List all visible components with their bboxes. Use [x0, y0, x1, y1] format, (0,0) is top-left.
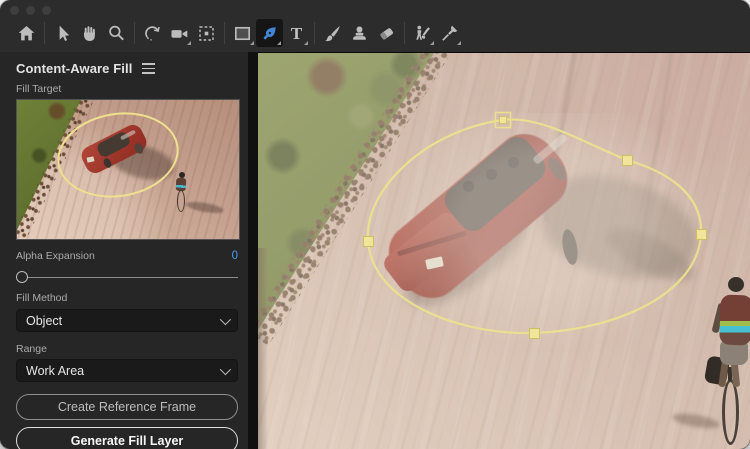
tool-flyout-indicator [457, 41, 461, 45]
magnifier-icon [109, 25, 124, 40]
panel-menu-icon[interactable] [142, 63, 156, 73]
alpha-expansion-value[interactable]: 0 [232, 250, 238, 262]
tool-flyout-indicator [187, 41, 191, 45]
slider-knob[interactable] [16, 271, 28, 283]
clone-stamp-tool-button[interactable] [346, 19, 373, 47]
generate-fill-layer-button[interactable]: Generate Fill Layer [16, 427, 238, 449]
toolbar-separator [224, 22, 225, 44]
toolbar-separator [314, 22, 315, 44]
fill-target-preview [16, 99, 240, 240]
toolbar-separator [44, 22, 45, 44]
eraser-icon [380, 27, 394, 39]
zoom-tool-button[interactable] [103, 19, 130, 47]
chevron-down-icon [219, 363, 232, 375]
type-tool-button[interactable]: T [283, 19, 310, 47]
composition-viewer[interactable] [258, 53, 750, 449]
brush-tool-button[interactable] [319, 19, 346, 47]
fill-method-value: Object [26, 313, 63, 328]
eraser-tool-button[interactable] [373, 19, 400, 47]
mask-vertex-handle[interactable] [529, 328, 540, 339]
fill-mask-overlay [363, 111, 707, 339]
panel-divider [248, 52, 258, 449]
window-controls [10, 6, 51, 15]
tool-flyout-indicator [304, 41, 308, 45]
clone-stamp-icon [353, 25, 366, 40]
selection-tool-button[interactable] [49, 19, 76, 47]
rectangle-tool-button[interactable] [229, 19, 256, 47]
fill-method-label: Fill Method [16, 292, 68, 304]
mask-vertex-handle[interactable] [622, 155, 633, 166]
create-reference-frame-button[interactable]: Create Reference Frame [16, 394, 238, 420]
pen-tool-button[interactable] [256, 19, 283, 47]
toolbar: T [0, 0, 750, 53]
brush-icon [325, 25, 340, 41]
toolbar-separator [134, 22, 135, 44]
roto-brush-tool-button[interactable] [409, 19, 436, 47]
hand-tool-button[interactable] [76, 19, 103, 47]
orbit-tool-button[interactable] [139, 19, 166, 47]
fill-method-dropdown[interactable]: Object [16, 309, 238, 332]
alpha-expansion-slider[interactable] [16, 270, 238, 285]
alpha-expansion-label: Alpha Expansion [16, 250, 95, 262]
type-tool-icon: T [290, 23, 303, 43]
pan-behind-icon [199, 25, 214, 41]
tool-flyout-indicator [430, 41, 434, 45]
range-label: Range [16, 343, 47, 355]
chevron-down-icon [219, 313, 232, 325]
mask-path[interactable] [366, 118, 703, 335]
zoom-window-button[interactable] [42, 6, 51, 15]
orbit-rotate-icon [145, 25, 160, 41]
tool-strip: T [13, 17, 463, 49]
thumb-mask-outline [57, 112, 179, 198]
pan-behind-tool-button[interactable] [193, 19, 220, 47]
close-window-button[interactable] [10, 6, 19, 15]
camera-tool-button[interactable] [166, 19, 193, 47]
tool-flyout-indicator [250, 41, 254, 45]
range-dropdown[interactable]: Work Area [16, 359, 238, 382]
tool-flyout-indicator [277, 41, 281, 45]
hand-icon [83, 25, 95, 41]
toolbar-separator [404, 22, 405, 44]
content-aware-fill-panel: Content-Aware Fill Fill Target Alpha Exp… [0, 52, 248, 449]
range-value: Work Area [26, 363, 85, 378]
home-tool-button[interactable] [13, 19, 40, 47]
mask-vertex-handle[interactable] [696, 229, 707, 240]
home-icon [18, 25, 35, 40]
puppet-pin-tool-button[interactable] [436, 19, 463, 47]
app-window: T Content-Aware Fill Fill Target Alpha E… [0, 0, 750, 449]
selection-arrow-icon [59, 25, 70, 41]
fill-target-label: Fill Target [16, 83, 62, 95]
minimize-window-button[interactable] [26, 6, 35, 15]
slider-track[interactable] [16, 277, 238, 279]
mask-vertex-handle[interactable] [363, 236, 374, 247]
panel-title: Content-Aware Fill [16, 61, 133, 76]
